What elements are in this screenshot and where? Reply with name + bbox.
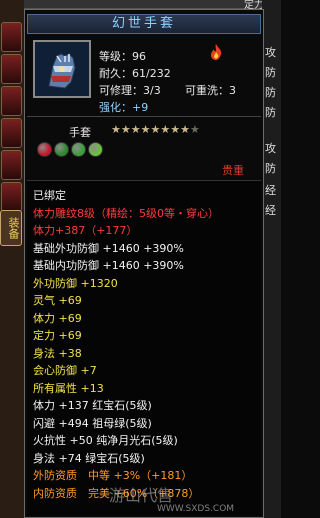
stat-line: 火抗性 +50 纯净月光石(5级): [33, 434, 178, 447]
stat-list: 已绑定体力雕纹8级（精绘：5级0等・穿心） 体力+387（+177） 基础外功防御 …: [27, 180, 261, 516]
stat-line: 所有属性 +13: [33, 381, 104, 395]
background-label: 攻: [265, 46, 276, 59]
equipment-slot[interactable]: [1, 118, 22, 148]
equipment-slot[interactable]: [1, 182, 22, 212]
equipment-slot[interactable]: [1, 22, 22, 52]
gem-socket-icon: [71, 142, 86, 157]
background-label: 防: [265, 66, 276, 79]
star-filled-icon: ★: [160, 123, 171, 136]
item-tooltip: 幻世手套 等级：96 耐久：61/232 可修理：3/3 可重洗：3 强化：+9…: [24, 9, 264, 518]
background-label: 防: [265, 106, 276, 119]
item-icon: [33, 40, 91, 98]
star-filled-icon: ★: [120, 123, 131, 136]
stat-line: 灵气 +69: [33, 294, 82, 307]
stat-line: 外功防御 +1320: [33, 276, 118, 290]
star-filled-icon: ★: [130, 123, 141, 136]
stat-line: 闪避 +494 祖母绿(5级): [33, 416, 152, 430]
stat-line: 已绑定: [33, 189, 66, 202]
gem-socket-icon: [37, 142, 52, 157]
gem-socket-icon: [88, 142, 103, 157]
background-label: 防: [265, 162, 276, 175]
item-title: 幻世手套: [27, 14, 261, 34]
stat-line: 体力雕纹8级（精绘：5级0等・穿心）: [33, 206, 219, 220]
item-type: 手套: [69, 126, 91, 139]
item-repair-count: 可修理：3/3: [99, 84, 161, 97]
background-label: 经: [265, 204, 276, 217]
stat-line: 基础内功防御 +1460 +390%: [33, 259, 184, 272]
item-durability: 耐久：61/232: [99, 67, 171, 80]
background-label: 防: [265, 86, 276, 99]
item-rewash-count: 可重洗：3: [185, 84, 236, 97]
star-filled-icon: ★: [111, 123, 121, 136]
stat-line: 体力+387（+177）: [33, 224, 138, 237]
star-filled-icon: ★: [180, 123, 190, 136]
stat-line: 外防资质 中等 +3%（+181）: [33, 469, 193, 482]
item-level: 等级：96: [99, 50, 146, 63]
equipment-slot[interactable]: [1, 150, 22, 180]
background-label: 攻: [265, 142, 276, 155]
stat-line: 定力 +69: [33, 329, 82, 342]
background-label: 经: [265, 184, 276, 197]
star-rating: ★★★★★★★★★: [111, 123, 200, 136]
gem-sockets: [37, 142, 105, 160]
stat-line: 身法 +74 绿宝石(5级): [33, 451, 145, 465]
star-filled-icon: ★: [170, 123, 181, 136]
stat-line: 基础外功防御 +1460 +390%: [33, 241, 184, 255]
precious-tag: 贵重: [222, 164, 244, 177]
stat-line: 体力 +69: [33, 311, 82, 325]
watermark-text: 游山代售: [109, 486, 174, 505]
stat-line: 体力 +137 红宝石(5级): [33, 399, 152, 412]
watermark-url: WWW.SXDS.COM: [157, 504, 235, 514]
gem-socket-icon: [54, 142, 69, 157]
star-filled-icon: ★: [150, 123, 161, 136]
gauntlet-icon: [35, 42, 89, 96]
equipment-slot-strip: 装备: [0, 0, 24, 518]
fire-icon: [211, 44, 222, 60]
divider: [27, 116, 261, 117]
equipment-slot[interactable]: [1, 86, 22, 116]
stat-line: 身法 +38: [33, 346, 82, 360]
equipment-tab[interactable]: 装备: [0, 210, 22, 246]
star-empty-icon: ★: [190, 123, 200, 136]
background-top-bar: [24, 0, 281, 9]
item-enhance: 强化：+9: [99, 101, 149, 114]
star-filled-icon: ★: [140, 123, 151, 136]
stat-line: 会心防御 +7: [33, 364, 97, 377]
equipment-slot[interactable]: [1, 54, 22, 84]
